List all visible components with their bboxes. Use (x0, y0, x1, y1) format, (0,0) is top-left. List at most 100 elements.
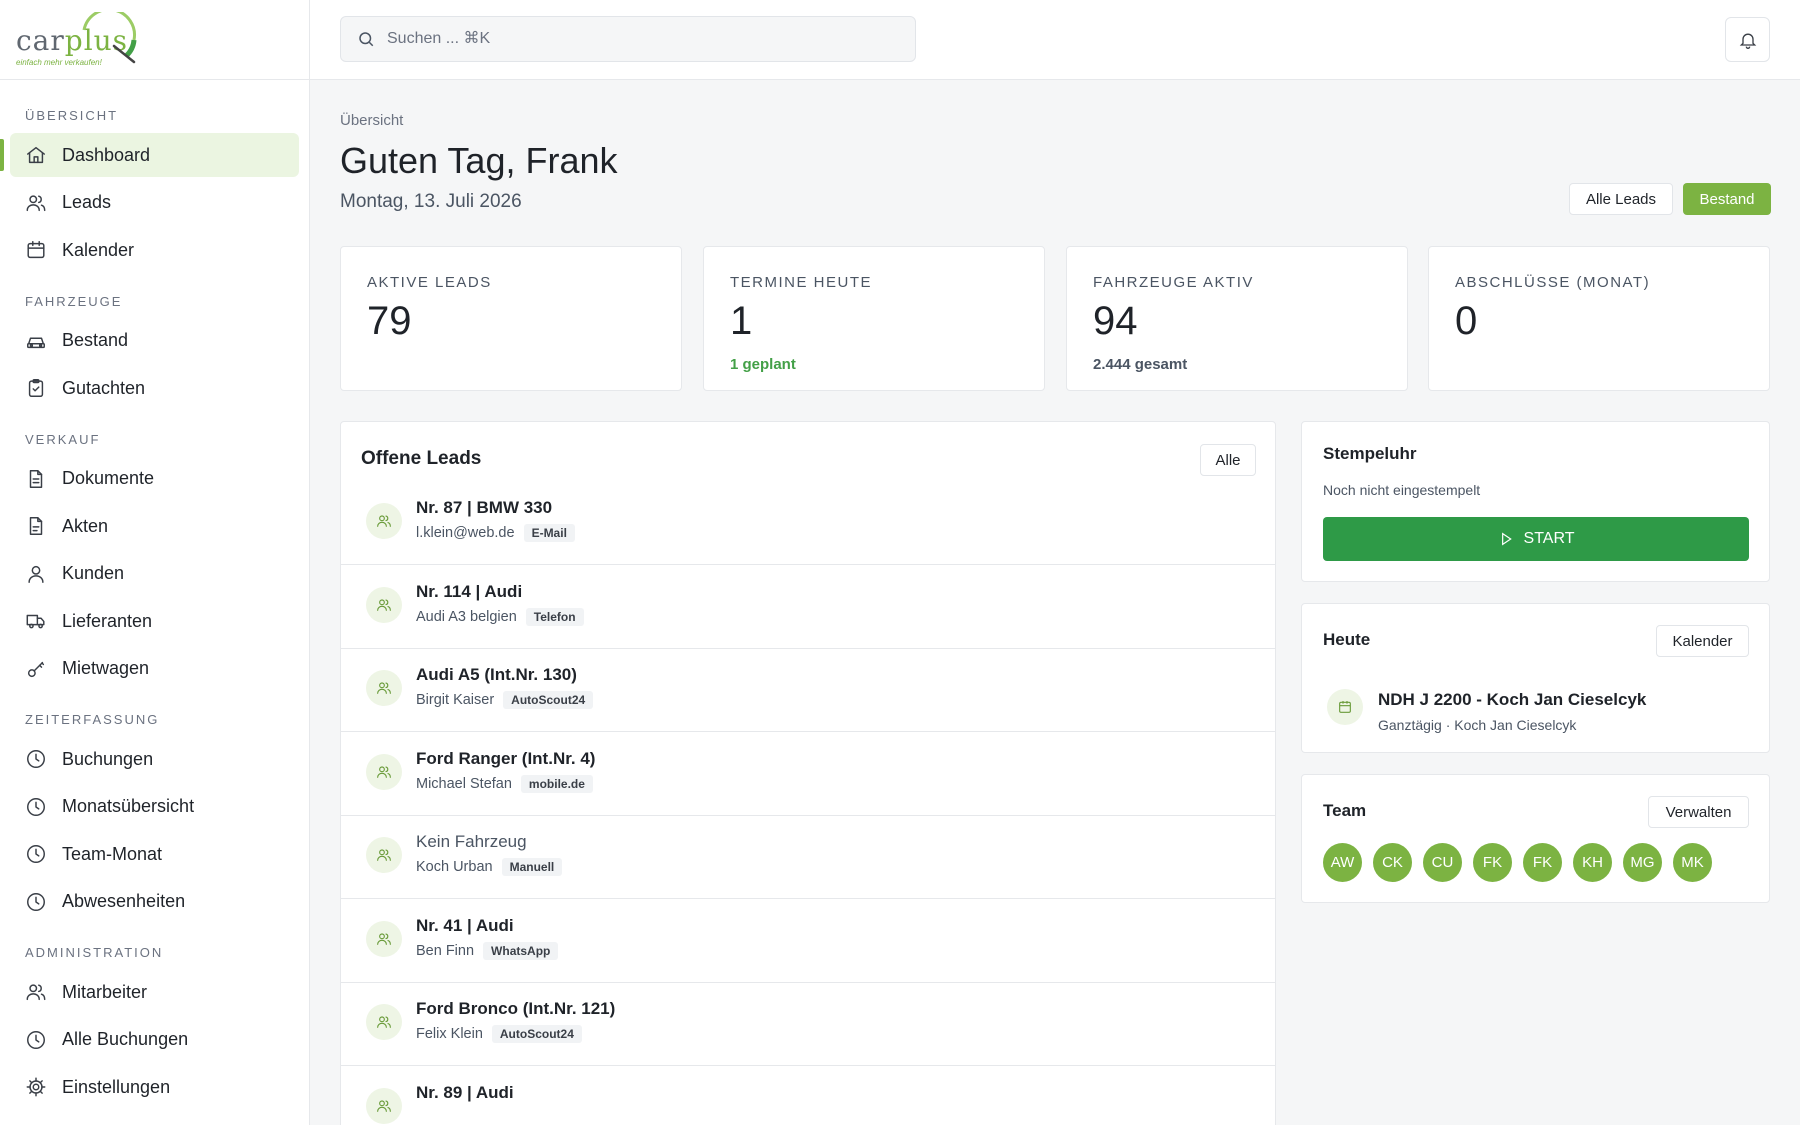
notifications-button[interactable] (1725, 17, 1770, 62)
lead-title: Ford Bronco (Int.Nr. 121) (416, 999, 616, 1018)
sidebar-item-kalender[interactable]: Kalender (10, 228, 299, 272)
lead-avatar (366, 1087, 402, 1124)
users-icon (377, 932, 391, 945)
stat-card-vehicles-active[interactable]: FAHRZEUGE AKTIV 94 2.444 gesamt (1066, 246, 1408, 391)
timeclock-status: Noch nicht eingestempelt (1323, 482, 1481, 498)
clock-icon (25, 748, 47, 770)
sidebar-item-label: Einstellungen (62, 1076, 171, 1097)
sidebar-item-kunden[interactable]: Kunden (10, 552, 299, 596)
start-timeclock-button[interactable]: START (1323, 517, 1749, 561)
key-icon (25, 658, 47, 680)
sidebar: carplus einfach mehr verkaufen! ÜBERSICH… (0, 0, 310, 1125)
lead-row[interactable]: Nr. 41 | Audi Ben Finn WhatsApp (341, 900, 1275, 983)
sidebar-item-label: Team-Monat (62, 843, 163, 864)
lead-contact: Koch Urban (416, 859, 493, 875)
sidebar-item-label: Monatsübersicht (62, 796, 195, 816)
sidebar-item-label: Buchungen (62, 748, 154, 769)
team-title: Team (1323, 801, 1367, 820)
breadcrumb: Übersicht (340, 112, 404, 129)
manage-team-button[interactable]: Verwalten (1648, 796, 1749, 828)
gear-icon (25, 1076, 47, 1098)
sidebar-item-akten[interactable]: Akten (10, 504, 299, 548)
lead-avatar (366, 586, 402, 623)
users-icon (377, 849, 391, 861)
lead-row[interactable]: Nr. 114 | Audi Audi A3 belgien Telefon (341, 566, 1275, 649)
lead-avatar (366, 503, 402, 539)
users-icon (377, 682, 391, 694)
lead-avatar (366, 1004, 402, 1040)
nav-section-title: ÜBERSICHT (25, 108, 119, 123)
clock-icon (25, 843, 47, 865)
lead-row[interactable]: Kein Fahrzeug Koch Urban Manuell (341, 816, 1275, 899)
team-member-avatar[interactable]: FK (1523, 843, 1562, 882)
sidebar-item-label: Bestand (62, 330, 129, 350)
lead-row[interactable]: Audi A5 (Int.Nr. 130) Birgit Kaiser AutoSc… (341, 649, 1275, 732)
sidebar-item-team-monat[interactable]: Team-Monat (10, 832, 299, 876)
all-leads-button[interactable]: Alle Leads (1569, 183, 1673, 215)
file-icon (25, 515, 47, 537)
stat-value: 0 (1455, 299, 1478, 343)
search-bar[interactable] (340, 16, 916, 62)
lead-contact: Ben Finn (416, 942, 475, 959)
sidebar-item-mitarbeiter[interactable]: Mitarbeiter (10, 970, 299, 1014)
lead-meta: l.klein@web.de E-Mail (416, 524, 575, 542)
home-icon (25, 144, 47, 166)
lead-contact: Audi A3 belgien (416, 608, 517, 625)
sidebar-item-label: Abwesenheiten (62, 891, 186, 911)
stat-card-closings-month[interactable]: ABSCHLÜSSE (MONAT) 0 (1428, 246, 1770, 391)
nav-section-title: ADMINISTRATION (25, 945, 164, 960)
team-member-avatar[interactable]: MG (1623, 843, 1662, 882)
stat-card-active-leads[interactable]: AKTIVE LEADS 79 (340, 246, 682, 391)
sidebar-item-gutachten[interactable]: Gutachten (10, 366, 299, 410)
user-icon (25, 563, 47, 585)
team-member-avatar[interactable]: KH (1573, 843, 1612, 882)
team-member-avatar[interactable]: FK (1473, 843, 1512, 882)
today-title: Heute (1323, 630, 1371, 649)
lead-title: Nr. 41 | Audi (416, 915, 514, 935)
lead-row[interactable]: Ford Bronco (Int.Nr. 121) Felix Klein Auto… (341, 983, 1275, 1066)
sidebar-item-bestand[interactable]: Bestand (10, 319, 299, 363)
all-leads-filter-button[interactable]: Alle (1200, 444, 1256, 476)
sidebar-item-dashboard[interactable]: Dashboard (0, 133, 299, 177)
today-card: Heute Kalender NDH J 2200 - Koch Jan Cie… (1301, 603, 1770, 753)
sidebar-item-abwesenheiten[interactable]: Abwesenheiten (10, 880, 299, 924)
sidebar-item-lieferanten[interactable]: Lieferanten (10, 599, 299, 643)
event-subtitle: Ganztägig · Koch Jan Cieselcyk (1378, 717, 1577, 733)
sidebar-item-label: Dokumente (62, 468, 155, 488)
sidebar-item-einstellungen[interactable]: Einstellungen (10, 1065, 299, 1109)
lead-avatar (366, 920, 402, 957)
stat-card-appointments-today[interactable]: TERMINE HEUTE 1 1 geplant (703, 246, 1045, 391)
stat-label: TERMINE HEUTE (730, 274, 873, 291)
sidebar-item-buchungen[interactable]: Buchungen (10, 737, 299, 781)
lead-contact: Michael Stefan (416, 775, 512, 792)
lead-row[interactable]: Nr. 87 | BMW 330 l.klein@web.de E-Mail (341, 482, 1275, 565)
lead-title: Ford Ranger (Int.Nr. 4) (416, 748, 596, 768)
clipboard-check-icon (25, 377, 47, 399)
sidebar-item-alle-buchungen[interactable]: Alle Buchungen (10, 1018, 299, 1062)
team-member-avatar[interactable]: AW (1323, 843, 1362, 882)
open-leads-title: Offene Leads (361, 448, 482, 469)
lead-row[interactable]: Ford Ranger (Int.Nr. 4) Michael Stefan mob… (341, 733, 1275, 816)
sidebar-item-dokumente[interactable]: Dokumente (10, 457, 299, 501)
logo[interactable]: carplus einfach mehr verkaufen! (0, 0, 309, 80)
sidebar-item-monatsübersicht[interactable]: Monatsübersicht (10, 785, 299, 829)
sidebar-item-label: Mitarbeiter (62, 981, 148, 1002)
users-icon (377, 765, 391, 778)
lead-source-badge: WhatsApp (483, 941, 559, 960)
users-icon (377, 598, 391, 611)
calendar-button[interactable]: Kalender (1656, 625, 1749, 657)
team-avatar-list: AW CK CU FK FK KH MG MK (1323, 843, 1723, 882)
team-member-avatar[interactable]: CK (1373, 843, 1412, 882)
team-member-avatar[interactable]: CU (1423, 843, 1462, 882)
team-member-avatar[interactable]: MK (1673, 843, 1712, 882)
stat-subtext: 1 geplant (730, 356, 796, 373)
lead-row[interactable]: Nr. 89 | Audi (341, 1067, 1275, 1125)
nav-section-title: VERKAUF (25, 431, 101, 447)
timeclock-card: Stempeluhr Noch nicht eingestempelt STAR… (1301, 421, 1770, 582)
search-input[interactable] (387, 30, 887, 48)
stock-button[interactable]: Bestand (1683, 183, 1771, 215)
topbar (310, 0, 1800, 80)
sidebar-item-mietwagen[interactable]: Mietwagen (10, 647, 299, 691)
sidebar-item-leads[interactable]: Leads (10, 181, 299, 225)
users-icon (377, 515, 391, 527)
